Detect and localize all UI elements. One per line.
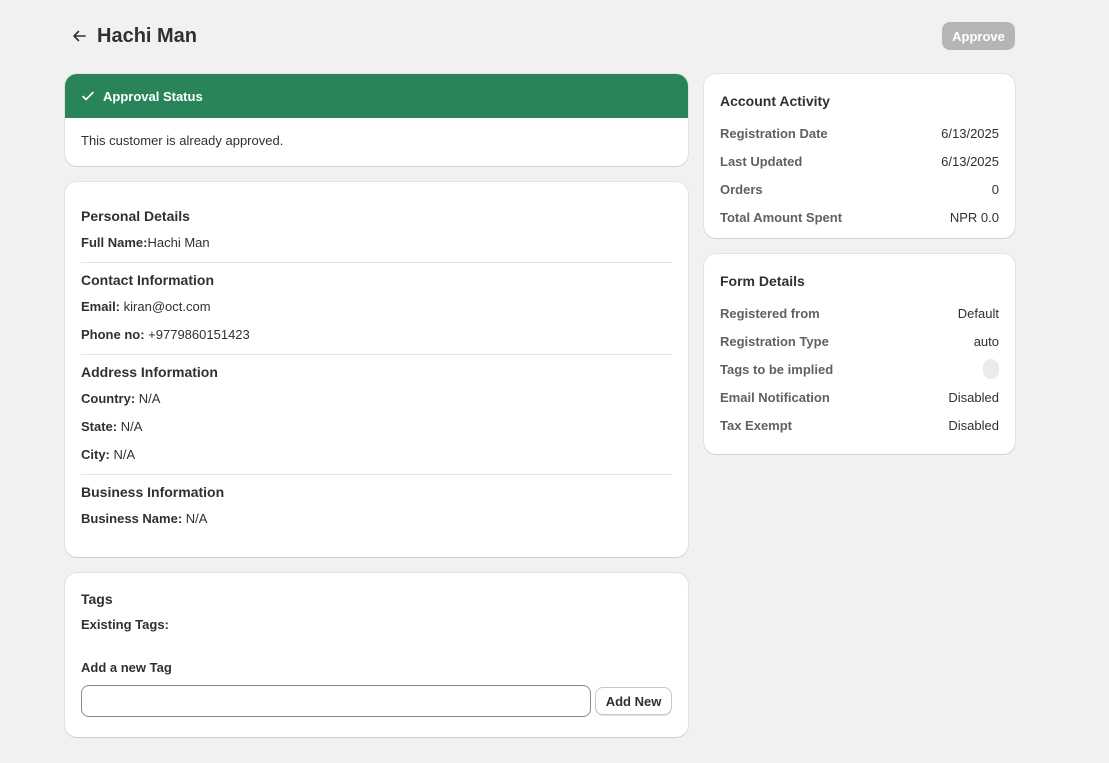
divider [81, 262, 672, 263]
back-button[interactable] [67, 24, 91, 48]
registration-date-row: Registration Date 6/13/2025 [720, 119, 999, 147]
tags-to-be-implied-row: Tags to be implied [720, 355, 999, 383]
kv-label: Registration Date [720, 125, 828, 141]
approval-status-banner: Approval Status This customer is already… [65, 74, 688, 166]
tags-card: Tags Existing Tags: Add a new Tag Add Ne… [65, 573, 688, 737]
contact-information-heading: Contact Information [81, 272, 214, 288]
page-header: Hachi Man Approve [65, 22, 1015, 50]
arrow-left-icon [73, 30, 86, 42]
add-new-tag-button[interactable]: Add New [595, 687, 672, 715]
full-name-label: Full Name: [81, 235, 148, 250]
state-label: State: [81, 419, 118, 434]
kv-value: Default [957, 305, 999, 321]
new-tag-input[interactable] [81, 685, 591, 717]
total-amount-spent-row: Total Amount Spent NPR 0.0 [720, 203, 999, 231]
kv-label: Registered from [720, 305, 820, 321]
business-name-value: N/A [185, 511, 208, 526]
email-label: Email: [81, 299, 121, 314]
orders-row: Orders 0 [720, 175, 999, 203]
divider [81, 354, 672, 355]
state-row: State: N/A [81, 418, 672, 436]
registered-from-row: Registered from Default [720, 299, 999, 327]
form-details-card: Form Details Registered from Default Regi… [704, 254, 1015, 454]
approve-button[interactable]: Approve [942, 22, 1015, 50]
form-details-heading: Form Details [720, 273, 805, 289]
last-updated-row: Last Updated 6/13/2025 [720, 147, 999, 175]
existing-tags-label: Existing Tags: [81, 617, 169, 632]
page-title: Hachi Man [97, 25, 198, 47]
kv-label: Tags to be implied [720, 361, 834, 377]
country-label: Country: [81, 391, 136, 406]
customer-details-card: Personal Details Full Name:Hachi Man Con… [65, 182, 688, 557]
empty-tag-badge [983, 359, 999, 379]
kv-label: Orders [720, 181, 763, 197]
kv-label: Last Updated [720, 153, 803, 169]
kv-label: Registration Type [720, 333, 829, 349]
tags-heading: Tags [81, 591, 113, 607]
add-tag-row: Add New [81, 685, 672, 717]
business-information-heading: Business Information [81, 484, 225, 500]
email-notification-row: Email Notification Disabled [720, 383, 999, 411]
city-label: City: [81, 447, 110, 462]
city-row: City: N/A [81, 446, 672, 464]
personal-details-heading: Personal Details [81, 208, 190, 224]
full-name-row: Full Name:Hachi Man [81, 234, 672, 252]
phone-value: +9779860151423 [148, 327, 250, 342]
approval-status-header: Approval Status [65, 74, 688, 118]
kv-label: Email Notification [720, 389, 830, 405]
kv-label: Tax Exempt [720, 417, 793, 433]
kv-value: auto [973, 333, 999, 349]
account-activity-card: Account Activity Registration Date 6/13/2… [704, 74, 1015, 238]
tax-exempt-row: Tax Exempt Disabled [720, 411, 999, 439]
checkmark-icon [81, 89, 95, 103]
kv-value: NPR 0.0 [949, 209, 999, 225]
phone-label: Phone no: [81, 327, 145, 342]
business-name-label: Business Name: [81, 511, 183, 526]
country-value: N/A [138, 391, 161, 406]
country-row: Country: N/A [81, 390, 672, 408]
email-value: kiran@oct.com [123, 299, 211, 314]
kv-value: 6/13/2025 [941, 125, 999, 141]
kv-value: 6/13/2025 [941, 153, 999, 169]
address-information-heading: Address Information [81, 364, 218, 380]
kv-label: Total Amount Spent [720, 209, 843, 225]
approval-status-message: This customer is already approved. [81, 133, 284, 148]
add-tag-label: Add a new Tag [81, 660, 172, 675]
business-name-row: Business Name: N/A [81, 510, 672, 528]
registration-type-row: Registration Type auto [720, 327, 999, 355]
kv-value: Disabled [948, 417, 999, 433]
email-row: Email: kiran@oct.com [81, 298, 672, 316]
state-value: N/A [120, 419, 143, 434]
city-value: N/A [113, 447, 136, 462]
full-name-value: Hachi Man [147, 235, 210, 250]
account-activity-heading: Account Activity [720, 93, 830, 109]
divider [81, 474, 672, 475]
phone-row: Phone no: +9779860151423 [81, 326, 672, 344]
kv-value: Disabled [948, 389, 999, 405]
kv-value: 0 [991, 181, 999, 197]
approval-status-title: Approval Status [103, 88, 203, 104]
